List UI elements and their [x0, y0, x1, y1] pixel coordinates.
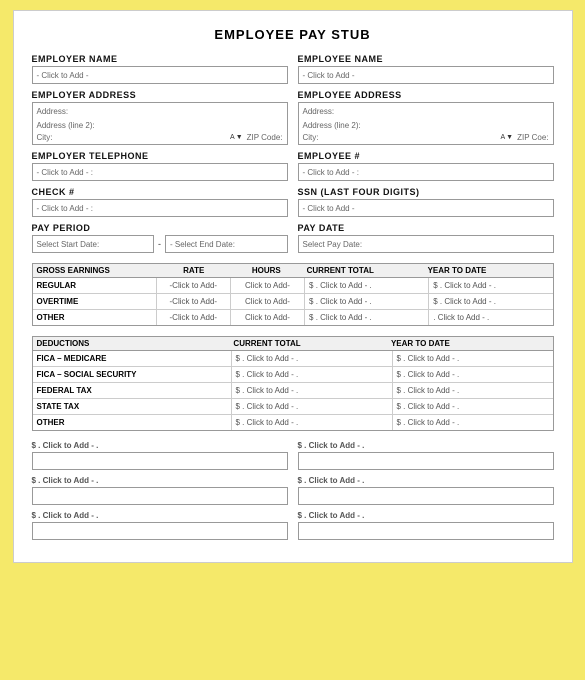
employee-name-input[interactable]: - Click to Add - [298, 66, 554, 84]
earnings-regular-ytd[interactable]: $ . Click to Add - . [429, 278, 552, 293]
deductions-ytd-header: YEAR TO DATE [391, 339, 549, 348]
summary-right-input2[interactable] [298, 487, 554, 505]
summary-left-input2[interactable] [32, 487, 288, 505]
earnings-table: GROSS EARNINGS RATE HOURS CURRENT TOTAL … [32, 263, 554, 326]
summary-left-label1: $ . Click to Add - . [32, 441, 288, 450]
deductions-row-fica-ss: FICA – SOCIAL SECURITY $ . Click to Add … [33, 367, 553, 383]
deductions-current-header: CURRENT TOTAL [233, 339, 391, 348]
deductions-fica-ss-ytd[interactable]: $ . Click to Add - . [393, 367, 553, 382]
employer-telephone-input[interactable]: - Click to Add - : [32, 163, 288, 181]
deductions-fica-ss-current[interactable]: $ . Click to Add - . [232, 367, 393, 382]
employer-state-select[interactable]: A ▼ [230, 134, 243, 141]
pay-period-dash: - [158, 239, 161, 249]
deductions-other-current[interactable]: $ . Click to Add - . [232, 415, 393, 430]
deductions-fica-medicare-current[interactable]: $ . Click to Add - . [232, 351, 393, 366]
summary-left-label3: $ . Click to Add - . [32, 511, 288, 520]
deductions-header: DEDUCTIONS CURRENT TOTAL YEAR TO DATE [33, 337, 553, 351]
earnings-header: GROSS EARNINGS RATE HOURS CURRENT TOTAL … [33, 264, 553, 278]
earnings-rate-header: RATE [157, 266, 230, 275]
deductions-table: DEDUCTIONS CURRENT TOTAL YEAR TO DATE FI… [32, 336, 554, 431]
earnings-ytd-header: YEAR TO DATE [428, 266, 549, 275]
earnings-overtime-ytd[interactable]: $ . Click to Add - . [429, 294, 552, 309]
deductions-state-ytd[interactable]: $ . Click to Add - . [393, 399, 553, 414]
ssn-label: SSN (LAST FOUR DIGITS) [298, 187, 554, 197]
earnings-row-regular: REGULAR -Click to Add- Click to Add- $ .… [33, 278, 553, 294]
deductions-federal-current[interactable]: $ . Click to Add - . [232, 383, 393, 398]
deductions-federal-ytd[interactable]: $ . Click to Add - . [393, 383, 553, 398]
pay-stub-page: EMPLOYEE PAY STUB EMPLOYER NAME - Click … [13, 10, 573, 563]
pay-period-end[interactable]: - Select End Date: [165, 235, 288, 253]
pay-period-label: PAY PERIOD [32, 223, 288, 233]
employee-address-line1: Address: [303, 105, 549, 119]
summary-right-col: $ . Click to Add - . $ . Click to Add - … [298, 441, 554, 546]
summary-left-col: $ . Click to Add - . $ . Click to Add - … [32, 441, 288, 546]
earnings-current-header: CURRENT TOTAL [303, 266, 428, 275]
earnings-overtime-hours[interactable]: Click to Add- [231, 294, 305, 309]
check-input[interactable]: - Click to Add - : [32, 199, 288, 217]
employee-name-label: EMPLOYEE NAME [298, 54, 554, 64]
earnings-hours-header: HOURS [230, 266, 303, 275]
earnings-other-rate[interactable]: -Click to Add- [157, 310, 231, 325]
employee-number-input[interactable]: - Click to Add - : [298, 163, 554, 181]
deductions-row-state: STATE TAX $ . Click to Add - . $ . Click… [33, 399, 553, 415]
earnings-regular-current[interactable]: $ . Click to Add - . [305, 278, 429, 293]
earnings-overtime-rate[interactable]: -Click to Add- [157, 294, 231, 309]
employer-telephone-label: EMPLOYER TELEPHONE [32, 151, 288, 161]
summary-right-label1: $ . Click to Add - . [298, 441, 554, 450]
ssn-input[interactable]: - Click to Add - [298, 199, 554, 217]
summary-right-input3[interactable] [298, 522, 554, 540]
earnings-other-hours[interactable]: Click to Add- [231, 310, 305, 325]
deductions-other-ytd[interactable]: $ . Click to Add - . [393, 415, 553, 430]
pay-date-input[interactable]: Select Pay Date: [298, 235, 554, 253]
summary-left-input1[interactable] [32, 452, 288, 470]
employee-zip-label: ZIP Coe: [517, 133, 548, 142]
earnings-gross-header: GROSS EARNINGS [37, 266, 158, 275]
deductions-row-federal: FEDERAL TAX $ . Click to Add - . $ . Cli… [33, 383, 553, 399]
summary-left-label2: $ . Click to Add - . [32, 476, 288, 485]
employee-address-line2: Address (line 2): [303, 119, 549, 133]
earnings-other-ytd[interactable]: . Click to Add - . [429, 310, 552, 325]
employer-address-line2: Address (line 2): [37, 119, 283, 133]
employer-address-block: Address: Address (line 2): City: A ▼ ZIP… [32, 102, 288, 145]
employer-address-line1: Address: [37, 105, 283, 119]
earnings-regular-rate[interactable]: -Click to Add- [157, 278, 231, 293]
summary-right-label3: $ . Click to Add - . [298, 511, 554, 520]
page-title: EMPLOYEE PAY STUB [32, 27, 554, 42]
deductions-fica-medicare-label: FICA – MEDICARE [33, 351, 232, 366]
earnings-other-current[interactable]: $ . Click to Add - . [305, 310, 429, 325]
employer-name-input[interactable]: - Click to Add - [32, 66, 288, 84]
summary-right-input1[interactable] [298, 452, 554, 470]
pay-date-label: PAY DATE [298, 223, 554, 233]
deductions-fica-ss-label: FICA – SOCIAL SECURITY [33, 367, 232, 382]
deductions-state-label: STATE TAX [33, 399, 232, 414]
deductions-federal-label: FEDERAL TAX [33, 383, 232, 398]
employer-city: City: [37, 133, 227, 142]
summary-section: $ . Click to Add - . $ . Click to Add - … [32, 441, 554, 546]
check-label: CHECK # [32, 187, 288, 197]
earnings-other-label: OTHER [33, 310, 157, 325]
earnings-regular-hours[interactable]: Click to Add- [231, 278, 305, 293]
employee-city: City: [303, 133, 497, 142]
pay-period-start[interactable]: Select Start Date: [32, 235, 155, 253]
summary-right-label2: $ . Click to Add - . [298, 476, 554, 485]
earnings-row-overtime: OVERTIME -Click to Add- Click to Add- $ … [33, 294, 553, 310]
employer-name-label: EMPLOYER NAME [32, 54, 288, 64]
earnings-regular-label: REGULAR [33, 278, 157, 293]
employer-zip-label: ZIP Code: [247, 133, 283, 142]
earnings-overtime-current[interactable]: $ . Click to Add - . [305, 294, 429, 309]
deductions-row-other: OTHER $ . Click to Add - . $ . Click to … [33, 415, 553, 430]
employee-address-label: EMPLOYEE ADDRESS [298, 90, 554, 100]
earnings-overtime-label: OVERTIME [33, 294, 157, 309]
deductions-fica-medicare-ytd[interactable]: $ . Click to Add - . [393, 351, 553, 366]
summary-left-input3[interactable] [32, 522, 288, 540]
employee-address-block: Address: Address (line 2): City: A ▼ ZIP… [298, 102, 554, 145]
deductions-label-header: DEDUCTIONS [37, 339, 234, 348]
deductions-state-current[interactable]: $ . Click to Add - . [232, 399, 393, 414]
employee-state-select[interactable]: A ▼ [500, 134, 513, 141]
employer-address-label: EMPLOYER ADDRESS [32, 90, 288, 100]
earnings-row-other: OTHER -Click to Add- Click to Add- $ . C… [33, 310, 553, 325]
employee-number-label: EMPLOYEE # [298, 151, 554, 161]
deductions-row-fica-medicare: FICA – MEDICARE $ . Click to Add - . $ .… [33, 351, 553, 367]
deductions-other-label: OTHER [33, 415, 232, 430]
